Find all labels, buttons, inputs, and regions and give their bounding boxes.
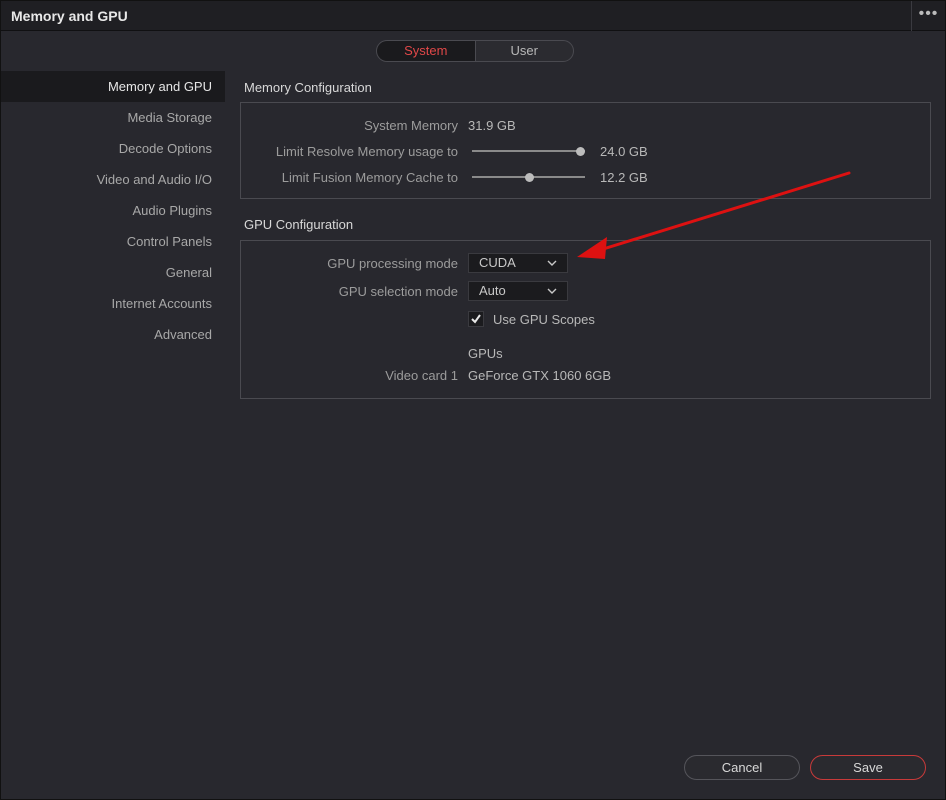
memory-section-title: Memory Configuration [244,80,372,95]
window-title: Memory and GPU [11,8,128,24]
sidebar: Memory and GPU Media Storage Decode Opti… [1,71,225,350]
fusion-cache-slider-handle[interactable] [525,173,535,182]
tab-system[interactable]: System [377,41,476,61]
system-memory-label: System Memory [364,118,458,133]
video-card-1-value: GeForce GTX 1060 6GB [468,368,612,383]
tab-user[interactable]: User [476,41,574,61]
use-gpu-scopes-label: Use GPU Scopes [493,312,595,327]
gpu-processing-mode-value: CUDA [479,255,516,270]
sidebar-item-advanced[interactable]: Advanced [1,319,225,350]
resolve-memory-slider-handle[interactable] [576,147,585,156]
preferences-window: Memory and GPU ••• System User Memory an… [0,0,946,800]
sidebar-item-internet-accounts[interactable]: Internet Accounts [1,288,225,319]
resolve-memory-value: 24.0 GB [600,144,648,159]
chevron-down-icon [547,288,557,294]
gpu-processing-mode-dropdown[interactable]: CUDA [468,253,568,273]
more-dots-icon[interactable]: ••• [911,1,945,31]
sidebar-item-video-and-audio-io[interactable]: Video and Audio I/O [1,164,225,195]
scope-toggle: System User [376,40,574,62]
fusion-cache-label: Limit Fusion Memory Cache to [281,170,458,185]
sidebar-item-media-storage[interactable]: Media Storage [1,102,225,133]
system-memory-value: 31.9 GB [468,118,516,133]
gpu-processing-mode-label: GPU processing mode [327,256,458,271]
sidebar-item-audio-plugins[interactable]: Audio Plugins [1,195,225,226]
gpu-section-title: GPU Configuration [244,217,354,232]
resolve-memory-label: Limit Resolve Memory usage to [275,144,458,159]
checkmark-icon [471,314,481,324]
gpus-heading: GPUs [468,346,503,361]
title-bar: Memory and GPU ••• [1,1,945,31]
sidebar-item-general[interactable]: General [1,257,225,288]
red-arrow-annotation [577,171,851,259]
resolve-memory-slider[interactable] [472,150,585,152]
sidebar-item-control-panels[interactable]: Control Panels [1,226,225,257]
sidebar-item-memory-and-gpu[interactable]: Memory and GPU [1,71,225,102]
use-gpu-scopes-checkbox[interactable] [468,311,484,327]
chevron-down-icon [547,260,557,266]
gpu-selection-mode-label: GPU selection mode [338,284,458,299]
gpu-selection-mode-dropdown[interactable]: Auto [468,281,568,301]
sidebar-item-decode-options[interactable]: Decode Options [1,133,225,164]
gpu-selection-mode-value: Auto [479,283,506,298]
save-button[interactable]: Save [810,755,926,780]
video-card-1-label: Video card 1 [385,368,458,383]
cancel-button[interactable]: Cancel [684,755,800,780]
